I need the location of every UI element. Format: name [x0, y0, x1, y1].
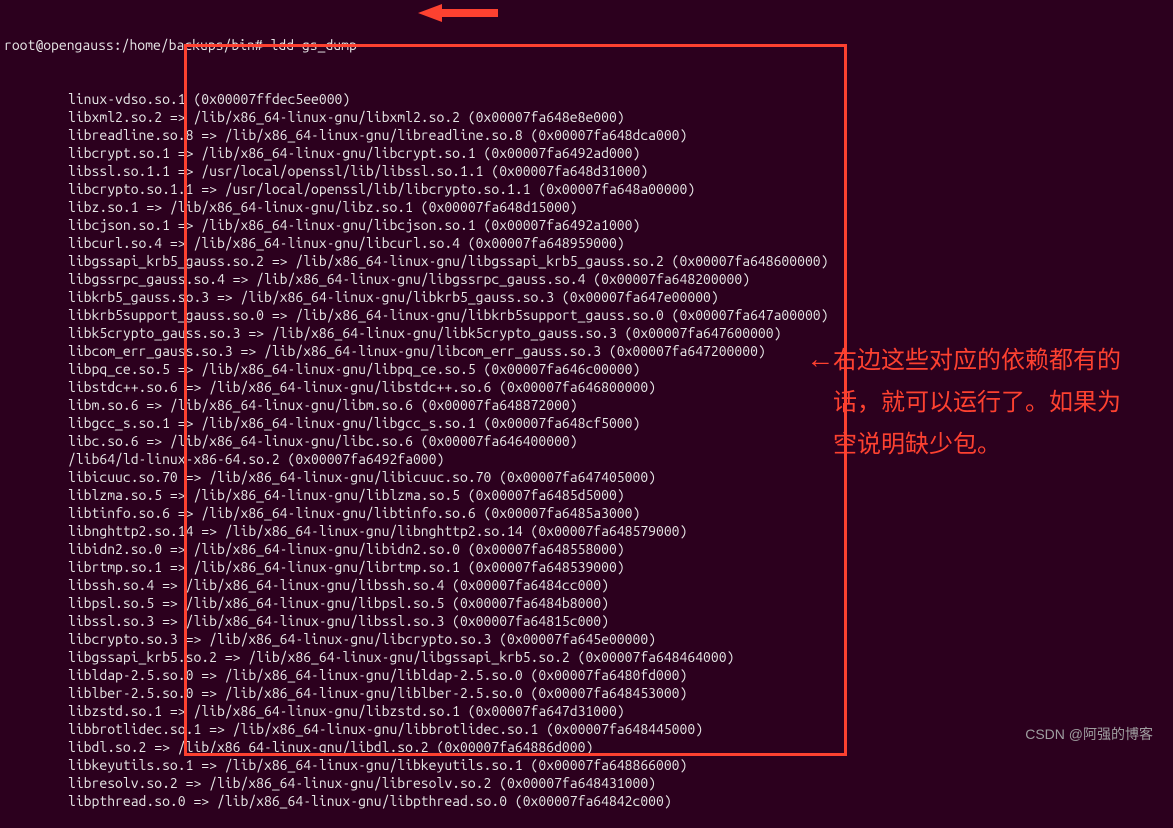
ldd-line: libnghttp2.so.14 => /lib/x86_64-linux-gn…	[4, 522, 1169, 540]
ldd-line: libgssrpc_gauss.so.4 => /lib/x86_64-linu…	[4, 270, 1169, 288]
ldd-line: librtmp.so.1 => /lib/x86_64-linux-gnu/li…	[4, 558, 1169, 576]
ldd-line: libpsl.so.5 => /lib/x86_64-linux-gnu/lib…	[4, 594, 1169, 612]
ldd-line: libxml2.so.2 => /lib/x86_64-linux-gnu/li…	[4, 108, 1169, 126]
ldd-line: libicuuc.so.70 => /lib/x86_64-linux-gnu/…	[4, 468, 1169, 486]
arrow-to-dependency: ←	[812, 350, 829, 368]
ldd-line: linux-vdso.so.1 (0x00007ffdec5ee000)	[4, 90, 1169, 108]
ldd-line: liblzma.so.5 => /lib/x86_64-linux-gnu/li…	[4, 486, 1169, 504]
ldd-line: libcurl.so.4 => /lib/x86_64-linux-gnu/li…	[4, 234, 1169, 252]
ldd-line: libpthread.so.0 => /lib/x86_64-linux-gnu…	[4, 792, 1169, 810]
annotation-text: 右边这些对应的依赖都有的话，就可以运行了。如果为空说明缺少包。	[833, 340, 1143, 466]
arrow-to-command	[418, 2, 498, 24]
ldd-line: libldap-2.5.so.0 => /lib/x86_64-linux-gn…	[4, 666, 1169, 684]
ldd-line: libtinfo.so.6 => /lib/x86_64-linux-gnu/l…	[4, 504, 1169, 522]
ldd-line: libssl.so.3 => /lib/x86_64-linux-gnu/lib…	[4, 612, 1169, 630]
ldd-line: libbrotlidec.so.1 => /lib/x86_64-linux-g…	[4, 720, 1169, 738]
ldd-line: libcrypto.so.1.1 => /usr/local/openssl/l…	[4, 180, 1169, 198]
ldd-line: libkrb5support_gauss.so.0 => /lib/x86_64…	[4, 306, 1169, 324]
ldd-line: libreadline.so.8 => /lib/x86_64-linux-gn…	[4, 126, 1169, 144]
ldd-line: libdl.so.2 => /lib/x86_64-linux-gnu/libd…	[4, 738, 1169, 756]
ldd-line: libidn2.so.0 => /lib/x86_64-linux-gnu/li…	[4, 540, 1169, 558]
prompt-line: root@opengauss:/home/backups/bin# ldd gs…	[4, 36, 1169, 54]
ldd-line: libgssapi_krb5_gauss.so.2 => /lib/x86_64…	[4, 252, 1169, 270]
ldd-line: libkrb5_gauss.so.3 => /lib/x86_64-linux-…	[4, 288, 1169, 306]
ldd-line: libcjson.so.1 => /lib/x86_64-linux-gnu/l…	[4, 216, 1169, 234]
ldd-line: libz.so.1 => /lib/x86_64-linux-gnu/libz.…	[4, 198, 1169, 216]
ldd-line: libkeyutils.so.1 => /lib/x86_64-linux-gn…	[4, 756, 1169, 774]
ldd-line: libcrypt.so.1 => /lib/x86_64-linux-gnu/l…	[4, 144, 1169, 162]
ldd-line: libzstd.so.1 => /lib/x86_64-linux-gnu/li…	[4, 702, 1169, 720]
ldd-line: liblber-2.5.so.0 => /lib/x86_64-linux-gn…	[4, 684, 1169, 702]
watermark: CSDN @阿强的博客	[1025, 725, 1153, 743]
ldd-line: libcrypto.so.3 => /lib/x86_64-linux-gnu/…	[4, 630, 1169, 648]
ldd-line: libssl.so.1.1 => /usr/local/openssl/lib/…	[4, 162, 1169, 180]
ldd-line: libgssapi_krb5.so.2 => /lib/x86_64-linux…	[4, 648, 1169, 666]
ldd-line: libresolv.so.2 => /lib/x86_64-linux-gnu/…	[4, 774, 1169, 792]
ldd-line: libssh.so.4 => /lib/x86_64-linux-gnu/lib…	[4, 576, 1169, 594]
